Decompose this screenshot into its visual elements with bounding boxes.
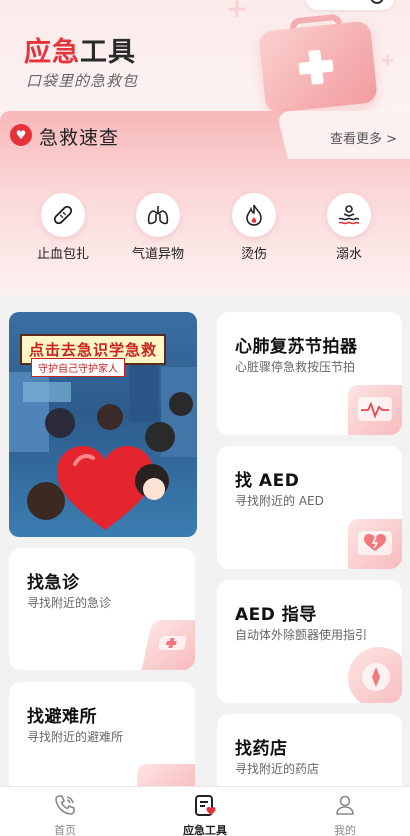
heart-icon: ♥: [10, 124, 32, 146]
page-title: 应急工具: [24, 30, 136, 69]
banner-subtitle: 守护自己守护家人: [31, 358, 125, 377]
title-red: 应急: [24, 37, 80, 68]
first-aid-kit-icon: [258, 20, 378, 112]
view-more-link[interactable]: 查看更多 >: [330, 128, 397, 147]
learn-first-aid-banner[interactable]: 点击去急识学急救 守护自己守护家人: [9, 312, 197, 537]
nav-home[interactable]: 首页: [25, 793, 105, 836]
toolkit-icon: [195, 795, 216, 816]
card-title: 找避难所: [27, 707, 97, 727]
phone-icon: [55, 795, 75, 815]
card-title: 找急诊: [27, 573, 80, 593]
nav-emergency-tools[interactable]: 应急工具: [165, 793, 245, 836]
person-illustration: [97, 404, 123, 430]
nav-label: 首页: [54, 824, 76, 836]
card-subtitle: 寻找附近的 AED: [235, 494, 324, 508]
nav-label: 我的: [334, 824, 356, 836]
bandage-icon: [41, 193, 85, 237]
aed-guide-card[interactable]: AED 指导 自动体外除颤器使用指引: [217, 580, 402, 703]
quick-item-label: 止血包扎: [36, 247, 89, 262]
card-subtitle: 自动体外除颤器使用指引: [235, 628, 368, 642]
quick-item-label: 气道异物: [131, 247, 184, 262]
drowning-icon: [327, 193, 371, 237]
emergency-room-card[interactable]: 找急诊 寻找附近的急诊: [9, 548, 195, 670]
hero-header: + + 应急工具 口袋里的急救包: [0, 0, 410, 112]
bottom-nav: 首页 应急工具 我的: [0, 786, 410, 836]
nav-label: 应急工具: [183, 824, 227, 836]
plus-decoration-icon: +: [380, 50, 396, 71]
quick-check-title: 急救速查: [39, 127, 120, 149]
quick-item-label: 溺水: [335, 247, 362, 262]
settings-icon[interactable]: [370, 0, 384, 4]
aed-heart-icon: [348, 519, 402, 569]
top-action-pill[interactable]: [306, 0, 394, 10]
flame-icon: [232, 193, 276, 237]
card-subtitle: 心脏骤停急救按压节拍: [235, 360, 356, 374]
person-illustration: [169, 392, 193, 416]
plus-decoration-icon: +: [226, 0, 248, 24]
quick-item-label: 烫伤: [240, 247, 267, 262]
shelter-card[interactable]: 找避难所 寻找附近的避难所: [9, 682, 195, 794]
person-illustration: [45, 408, 75, 438]
quick-item-bleeding[interactable]: 止血包扎: [28, 193, 98, 273]
card-title: AED 指导: [235, 605, 317, 625]
card-title: 心肺复苏节拍器: [235, 337, 358, 357]
lungs-icon: [136, 193, 180, 237]
compass-icon: [348, 647, 402, 703]
quick-item-drowning[interactable]: 溺水: [314, 193, 384, 273]
title-dark: 工具: [80, 37, 136, 68]
user-icon: [336, 795, 354, 815]
page-subtitle: 口袋里的急救包: [26, 72, 139, 90]
ambulance-icon: [141, 620, 195, 670]
card-subtitle: 寻找附近的急诊: [27, 596, 112, 610]
card-title: 找 AED: [235, 471, 300, 491]
heartbeat-monitor-icon: [348, 385, 402, 435]
card-subtitle: 寻找附近的避难所: [27, 730, 124, 744]
quick-item-airway[interactable]: 气道异物: [123, 193, 193, 273]
pharmacy-card[interactable]: 找药店 寻找附近的药店: [217, 714, 402, 794]
cpr-metronome-card[interactable]: 心肺复苏节拍器 心脏骤停急救按压节拍: [217, 312, 402, 435]
card-title: 找药店: [235, 739, 288, 759]
nav-profile[interactable]: 我的: [305, 793, 385, 836]
card-subtitle: 寻找附近的药店: [235, 762, 320, 776]
find-aed-card[interactable]: 找 AED 寻找附近的 AED: [217, 446, 402, 569]
quick-item-burn[interactable]: 烫伤: [219, 193, 289, 273]
face-illustration: [143, 478, 165, 500]
